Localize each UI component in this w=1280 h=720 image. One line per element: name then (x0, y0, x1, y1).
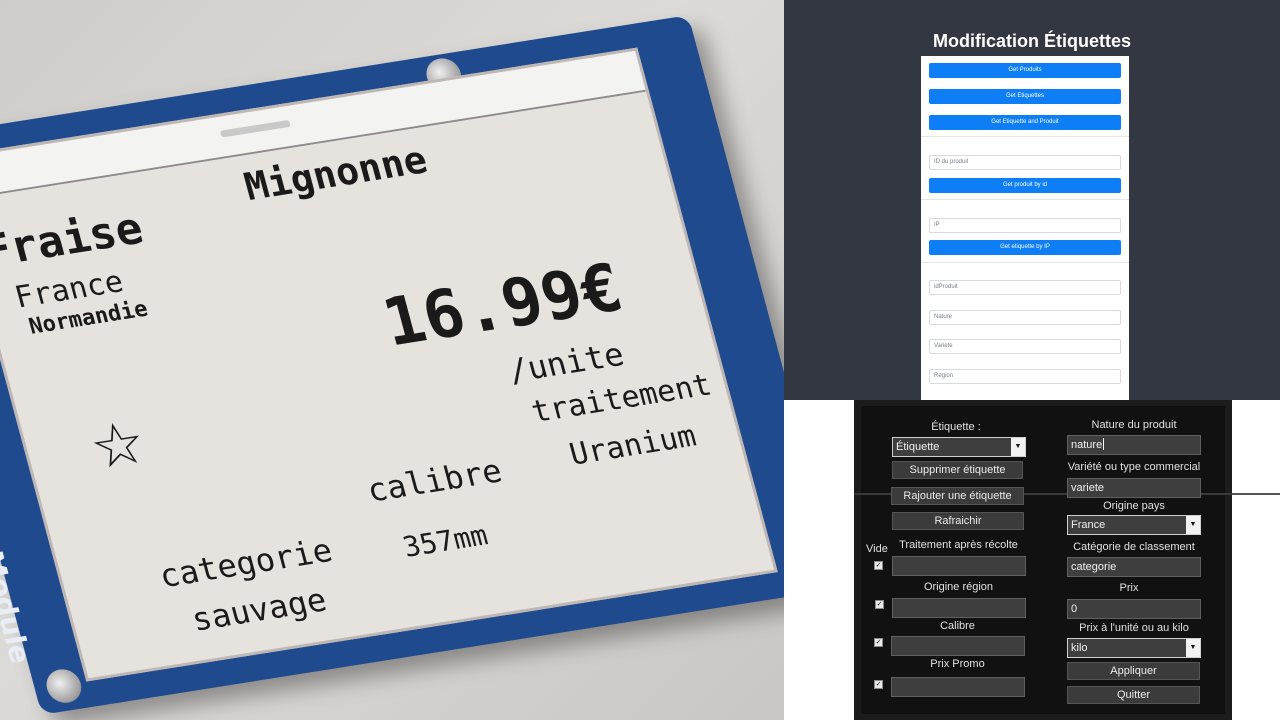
nature-input[interactable]: Nature (929, 310, 1121, 325)
chevron-down-icon[interactable]: ▼ (1011, 438, 1025, 456)
web-admin-panel: Modification Étiquettes Get Produits Get… (784, 0, 1280, 400)
origine-region-input[interactable] (892, 598, 1026, 618)
board-module-text: Module (0, 548, 38, 666)
supprimer-etiquette-button[interactable]: Supprimer étiquette (892, 461, 1023, 479)
variete-input[interactable]: Variete (929, 339, 1121, 354)
appliquer-button[interactable]: Appliquer (1067, 662, 1200, 680)
label-category-value: sauvage (187, 580, 331, 639)
eink-screen: Fraise Mignonne France Normandie 16.99€ … (0, 91, 774, 679)
origine-pays-label: Origine pays (1103, 500, 1165, 512)
traitement-vide-checkbox[interactable]: ✓ (874, 561, 883, 570)
vide-label: Vide (866, 543, 888, 555)
traitement-label: Traitement après récolte (899, 539, 1018, 551)
origine-pays-value: France (1071, 519, 1106, 531)
prix-label: Prix (1119, 582, 1139, 594)
rafraichir-button[interactable]: Rafraichir (892, 512, 1024, 530)
calibre-input[interactable] (891, 636, 1025, 656)
prix-promo-input[interactable] (891, 677, 1025, 697)
prix-promo-vide-checkbox[interactable]: ✓ (874, 680, 883, 689)
origine-region-label: Origine région (923, 581, 994, 593)
eink-board: Module Fraise Mignonne France Normandie … (0, 15, 784, 715)
divider (921, 262, 1129, 263)
origine-region-vide-checkbox[interactable]: ✓ (875, 600, 884, 609)
variete-input[interactable]: variete (1067, 478, 1201, 498)
categorie-input[interactable]: categorie (1067, 557, 1201, 577)
origine-pays-select[interactable]: France ▼ (1067, 515, 1201, 535)
variete-label: Variété ou type commercial (1067, 461, 1201, 473)
screenshot-composite: Module Fraise Mignonne France Normandie … (0, 0, 1280, 720)
traitement-input[interactable] (892, 556, 1026, 576)
nature-input[interactable]: nature (1067, 435, 1201, 455)
divider (921, 136, 1129, 137)
get-etiquette-produit-button[interactable]: Get Etiquette and Produit (929, 115, 1121, 130)
prix-unite-select[interactable]: kilo ▼ (1067, 638, 1201, 658)
etiquette-select-value: Étiquette (896, 441, 940, 453)
eink-screen-frame: Fraise Mignonne France Normandie 16.99€ … (0, 47, 778, 682)
rajouter-etiquette-button[interactable]: Rajouter une étiquette (891, 487, 1024, 505)
label-size-heading: calibre (362, 451, 507, 510)
idproduit-input[interactable]: idProduit (929, 280, 1121, 295)
ip-input[interactable]: IP (929, 218, 1121, 233)
web-form-card: Get Produits Get Etiquettes Get Etiquett… (921, 56, 1129, 400)
star-icon: ☆ (78, 386, 154, 490)
label-treatment-value: Uranium (565, 418, 700, 473)
get-produit-by-id-button[interactable]: Get produit by id (929, 178, 1121, 193)
prix-input[interactable]: 0 (1067, 599, 1201, 619)
get-produits-button[interactable]: Get Produits (929, 63, 1121, 78)
nature-label: Nature du produit (1091, 419, 1177, 431)
etiquette-label: Étiquette : (931, 421, 981, 433)
id-produit-input[interactable]: ID du produit (929, 155, 1121, 170)
screw-bottom-left (42, 666, 86, 706)
get-etiquettes-button[interactable]: Get Etiquettes (929, 89, 1121, 104)
calibre-vide-checkbox[interactable]: ✓ (874, 638, 883, 647)
prix-unite-label: Prix à l'unité ou au kilo (1079, 622, 1189, 634)
label-size-value: 357mm (399, 518, 492, 564)
categorie-label: Catégorie de classement (1073, 541, 1195, 553)
region-input[interactable]: Region (929, 369, 1121, 384)
calibre-label: Calibre (940, 620, 975, 632)
chevron-down-icon[interactable]: ▼ (1186, 516, 1200, 534)
label-unit: /unite (503, 335, 628, 391)
app-divider-outside (1232, 493, 1280, 495)
eink-label-photo: Module Fraise Mignonne France Normandie … (0, 0, 784, 720)
page-title: Modification Étiquettes (933, 31, 1131, 51)
quitter-button[interactable]: Quitter (1067, 686, 1200, 704)
divider (921, 199, 1129, 200)
screen-slot (219, 119, 291, 138)
label-product-name: Fraise (0, 202, 149, 278)
etiquette-select[interactable]: Étiquette ▼ (892, 437, 1026, 457)
prix-promo-label: Prix Promo (930, 658, 985, 670)
get-etiquette-by-ip-button[interactable]: Get etiquette by IP (929, 240, 1121, 255)
chevron-down-icon[interactable]: ▼ (1186, 639, 1200, 657)
prix-unite-value: kilo (1071, 642, 1088, 654)
